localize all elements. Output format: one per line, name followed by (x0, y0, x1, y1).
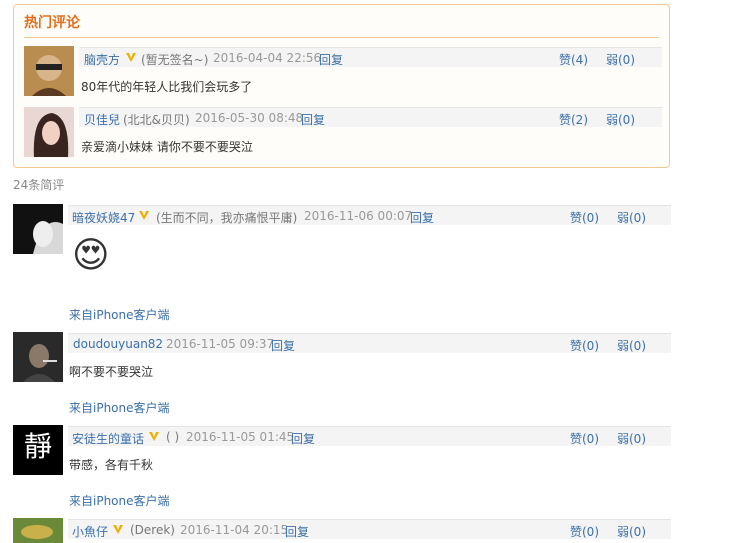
user-signature: (Derek) (130, 523, 175, 537)
weak-button[interactable]: 弱(0) (606, 51, 635, 68)
avatar-character: 靜 (23, 430, 52, 463)
user-signature: (生而不同，我亦痛恨平庸) (156, 211, 298, 225)
avatar[interactable] (24, 107, 74, 157)
reply-button[interactable]: 回复 (319, 51, 343, 68)
vip-icon (148, 430, 160, 445)
reply-button[interactable]: 回复 (410, 209, 434, 226)
username-link[interactable]: 贝佳兒 (84, 111, 120, 128)
username-link[interactable]: doudouyuan82 (73, 337, 163, 351)
comment-header: 安徒生的童话 ( ) 2016-11-05 01:45 回复 赞(0) 弱(0) (68, 426, 671, 446)
divider (24, 37, 659, 38)
avatar-image (13, 332, 63, 382)
username-link[interactable]: 安徒生的童话 (72, 430, 144, 447)
comment-count: 24条简评 (13, 178, 65, 192)
comment-text: 80年代的年轻人比我们会玩多了 (81, 80, 253, 94)
vip-icon (138, 209, 150, 224)
weak-button[interactable]: 弱(0) (617, 337, 646, 354)
avatar-image (24, 107, 74, 157)
like-button[interactable]: 赞(0) (570, 523, 599, 540)
avatar-image (13, 204, 63, 254)
avatar[interactable]: 靜 (13, 425, 63, 475)
weak-button[interactable]: 弱(0) (606, 111, 635, 128)
emoji-heart-eyes-icon: 😍 (72, 235, 110, 276)
avatar[interactable] (13, 518, 63, 543)
avatar-image (13, 518, 63, 543)
avatar-image (24, 46, 74, 96)
user-signature: (暂无签名~) (141, 53, 209, 67)
comment-time: 2016-11-06 00:07 (304, 209, 413, 223)
reply-button[interactable]: 回复 (271, 337, 295, 354)
weak-button[interactable]: 弱(0) (617, 523, 646, 540)
user-signature: (北北&贝贝) (123, 113, 190, 127)
comment-header: 暗夜妖娆47 (生而不同，我亦痛恨平庸) 2016-11-06 00:07 回复… (68, 205, 671, 225)
comment-time: 2016-11-04 20:15 (180, 523, 289, 537)
reply-button[interactable]: 回复 (291, 430, 315, 447)
user-signature: ( ) (166, 430, 180, 444)
source-link[interactable]: 来自iPhone客户端 (69, 399, 170, 416)
comment-header: 贝佳兒 (北北&贝贝) 2016-05-30 08:48 回复 赞(2) 弱(0… (79, 107, 662, 127)
avatar[interactable] (24, 46, 74, 96)
like-button[interactable]: 赞(2) (559, 111, 588, 128)
reply-button[interactable]: 回复 (301, 111, 325, 128)
comment-header: doudouyuan82 2016-11-05 09:37 回复 赞(0) 弱(… (68, 333, 671, 353)
weak-button[interactable]: 弱(0) (617, 430, 646, 447)
comment-time: 2016-04-04 22:56 (213, 51, 322, 65)
comment-time: 2016-11-05 01:45 (186, 430, 295, 444)
like-button[interactable]: 赞(0) (570, 209, 599, 226)
comment-text: 带感，各有千秋 (69, 458, 154, 472)
like-button[interactable]: 赞(0) (570, 430, 599, 447)
vip-icon (125, 51, 137, 66)
vip-icon (112, 523, 124, 538)
weak-button[interactable]: 弱(0) (617, 209, 646, 226)
username-link[interactable]: 暗夜妖娆47 (72, 209, 135, 226)
comment-header: 小魚仔 (Derek) 2016-11-04 20:15 回复 赞(0) 弱(0… (68, 519, 671, 539)
avatar[interactable] (13, 204, 63, 254)
comment-time: 2016-05-30 08:48 (195, 111, 304, 125)
hot-comments-title: 热门评论 (24, 15, 80, 31)
source-link[interactable]: 来自iPhone客户端 (69, 306, 170, 323)
like-button[interactable]: 赞(0) (570, 337, 599, 354)
reply-button[interactable]: 回复 (285, 523, 309, 540)
comment-time: 2016-11-05 09:37 (166, 337, 275, 351)
avatar[interactable] (13, 332, 63, 382)
like-button[interactable]: 赞(4) (559, 51, 588, 68)
comment-text: 啊不要不要哭泣 (69, 365, 154, 379)
username-link[interactable]: 小魚仔 (72, 523, 108, 540)
username-link[interactable]: 脑壳方 (84, 51, 120, 68)
source-link[interactable]: 来自iPhone客户端 (69, 492, 170, 509)
comment-text: 亲爱滴小妹妹 请你不要不要哭泣 (81, 140, 253, 154)
comment-header: 脑壳方 (暂无签名~) 2016-04-04 22:56 回复 赞(4) 弱(0… (79, 47, 662, 67)
